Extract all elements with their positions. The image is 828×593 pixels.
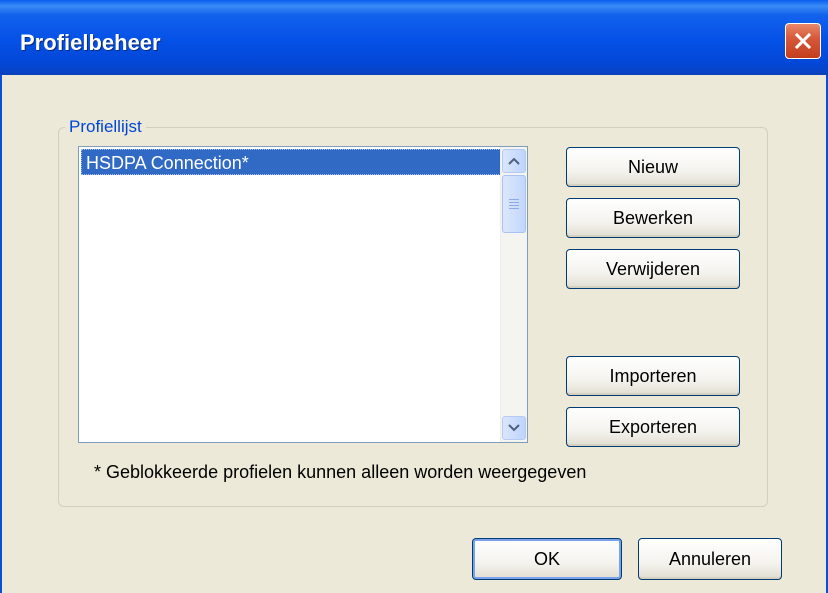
window-title: Profielbeheer <box>20 30 161 55</box>
profile-list-label: Profiellijst <box>69 117 142 136</box>
close-icon <box>794 32 812 50</box>
edit-button[interactable]: Bewerken <box>566 198 740 238</box>
scroll-down-button[interactable] <box>502 416 526 440</box>
scroll-up-button[interactable] <box>502 149 526 173</box>
profile-listbox[interactable]: HSDPA Connection* <box>78 146 528 443</box>
locked-profiles-note: * Geblokkeerde profielen kunnen alleen w… <box>94 462 587 482</box>
import-button[interactable]: Importeren <box>566 356 740 396</box>
chevron-up-icon <box>508 157 520 165</box>
close-button[interactable] <box>785 23 821 59</box>
cancel-button[interactable]: Annuleren <box>638 538 782 580</box>
chevron-down-icon <box>508 424 520 432</box>
grip-icon <box>509 199 519 209</box>
new-button[interactable]: Nieuw <box>566 147 740 187</box>
list-item[interactable]: HSDPA Connection* <box>81 149 501 175</box>
delete-button[interactable]: Verwijderen <box>566 249 740 289</box>
export-button[interactable]: Exporteren <box>566 407 740 447</box>
scroll-thumb[interactable] <box>502 175 526 233</box>
vertical-scrollbar[interactable] <box>500 147 527 442</box>
title-bar[interactable]: Profielbeheer <box>0 0 828 75</box>
ok-button[interactable]: OK <box>472 538 622 580</box>
